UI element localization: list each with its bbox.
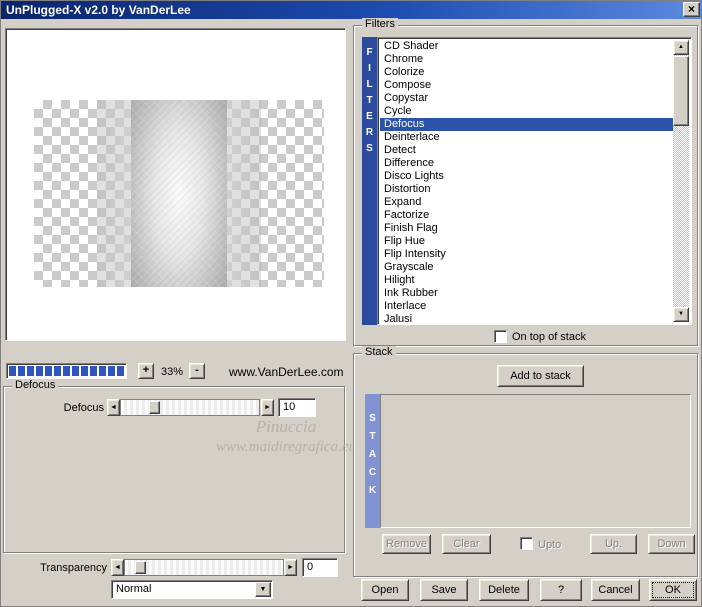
window-title: UnPlugged-X v2.0 by VanDerLee [6, 3, 191, 17]
on-top-of-stack-label: On top of stack [512, 331, 586, 343]
filters-list: CD Shader Chrome Colorize Compose Copystar Cy… [377, 37, 692, 325]
defocus-slider-track[interactable] [120, 399, 260, 416]
zoom-value: 33% [160, 366, 184, 378]
filter-list-item[interactable]: Flip Hue [380, 235, 673, 248]
defocus-value-input[interactable]: 10 [278, 398, 316, 417]
preview-panel [5, 28, 346, 341]
filter-list-item[interactable]: Flip Intensity [380, 248, 673, 261]
upto-label: Upto [538, 539, 562, 551]
filter-list-item[interactable]: Deinterlace [380, 131, 673, 144]
unplugged-x-dialog: UnPlugged-X v2.0 by VanDerLee × + 33% - … [0, 0, 702, 607]
filter-list-item[interactable]: Factorize [380, 209, 673, 222]
scroll-up-icon[interactable]: ▲ [673, 40, 689, 55]
transparency-value-input[interactable]: 0 [302, 558, 338, 577]
ok-button[interactable]: OK [649, 579, 697, 601]
preview-progress-bar [6, 363, 127, 379]
preview-progress-fill [9, 366, 124, 376]
preview-image[interactable] [34, 100, 324, 287]
filter-list-item[interactable]: Expand [380, 196, 673, 209]
blend-mode-value: Normal [116, 583, 152, 595]
filters-list-items: CD Shader Chrome Colorize Compose Copystar Cy… [380, 40, 673, 322]
filters-scrollbar[interactable]: ▲ ▼ [673, 40, 689, 322]
filter-list-item[interactable]: Detect [380, 144, 673, 157]
defocus-group: Defocus Defocus ◄ ► 10 [3, 379, 345, 553]
stack-group-title: Stack [362, 346, 396, 358]
vanderlee-website-link[interactable]: www.VanDerLee.com [229, 365, 344, 379]
filter-list-item[interactable]: Cycle [380, 105, 673, 118]
open-button[interactable]: Open [361, 579, 409, 601]
filter-list-item[interactable]: Compose [380, 79, 673, 92]
filter-list-item[interactable]: Grayscale [380, 261, 673, 274]
filter-list-item[interactable]: Ink Rubber [380, 287, 673, 300]
cancel-button[interactable]: Cancel [591, 579, 640, 601]
zoom-out-button[interactable]: - [189, 363, 205, 379]
stack-vertical-label: S T A C K [365, 394, 380, 528]
filter-list-item[interactable]: Finish Flag [380, 222, 673, 235]
title-bar[interactable]: UnPlugged-X v2.0 by VanDerLee [1, 1, 701, 19]
transparency-slider-track[interactable] [124, 559, 284, 576]
filter-list-item[interactable]: Distortion [380, 183, 673, 196]
filter-list-item[interactable]: Colorize [380, 66, 673, 79]
defocus-right-arrow-icon[interactable]: ► [261, 399, 274, 416]
close-icon[interactable]: × [683, 2, 700, 17]
scrollbar-thumb[interactable] [673, 56, 689, 126]
filter-list-item[interactable]: CD Shader [380, 40, 673, 53]
add-to-stack-button[interactable]: Add to stack [497, 365, 584, 387]
stack-group: Stack Add to stack S T A C K Remove Clea… [353, 346, 698, 577]
filter-list-item[interactable]: Difference [380, 157, 673, 170]
transparency-right-arrow-icon[interactable]: ► [284, 559, 297, 576]
preview-band-left [97, 100, 131, 287]
transparency-slider-thumb[interactable] [135, 561, 146, 574]
defocus-left-arrow-icon[interactable]: ◄ [107, 399, 120, 416]
clear-button[interactable]: Clear [442, 534, 491, 554]
zoom-in-button[interactable]: + [138, 363, 154, 379]
defocus-slider-thumb[interactable] [149, 401, 160, 414]
filter-list-item[interactable]: Jalusi [380, 313, 673, 322]
filters-vertical-label: F I L T E R S [362, 37, 377, 325]
blend-mode-dropdown[interactable]: Normal ▼ [111, 580, 273, 599]
on-top-of-stack-checkbox[interactable] [494, 330, 507, 343]
delete-button[interactable]: Delete [479, 579, 529, 601]
filter-list-item[interactable]: Defocus [380, 118, 673, 131]
filters-group-title: Filters [362, 18, 398, 30]
filter-list-item[interactable]: Copystar [380, 92, 673, 105]
filter-list-item[interactable]: Interlace [380, 300, 673, 313]
defocus-group-title: Defocus [12, 379, 59, 391]
transparency-label: Transparency [40, 562, 107, 574]
remove-button[interactable]: Remove [382, 534, 431, 554]
help-button[interactable]: ? [540, 579, 582, 601]
down-button[interactable]: Down [648, 534, 695, 554]
upto-checkbox[interactable] [520, 537, 533, 550]
preview-band-right [227, 100, 261, 287]
preview-band-center [131, 100, 227, 287]
dropdown-arrow-icon[interactable]: ▼ [255, 582, 271, 597]
scroll-down-icon[interactable]: ▼ [673, 307, 689, 322]
save-button[interactable]: Save [420, 579, 468, 601]
defocus-slider-label: Defocus [63, 402, 104, 414]
filters-group: Filters F I L T E R S CD Shader Chrome Col… [353, 18, 698, 346]
filter-list-item[interactable]: Chrome [380, 53, 673, 66]
up-button[interactable]: Up. [590, 534, 637, 554]
stack-list [380, 394, 691, 528]
transparency-left-arrow-icon[interactable]: ◄ [111, 559, 124, 576]
filter-list-item[interactable]: Disco Lights [380, 170, 673, 183]
filter-list-item[interactable]: Hilight [380, 274, 673, 287]
